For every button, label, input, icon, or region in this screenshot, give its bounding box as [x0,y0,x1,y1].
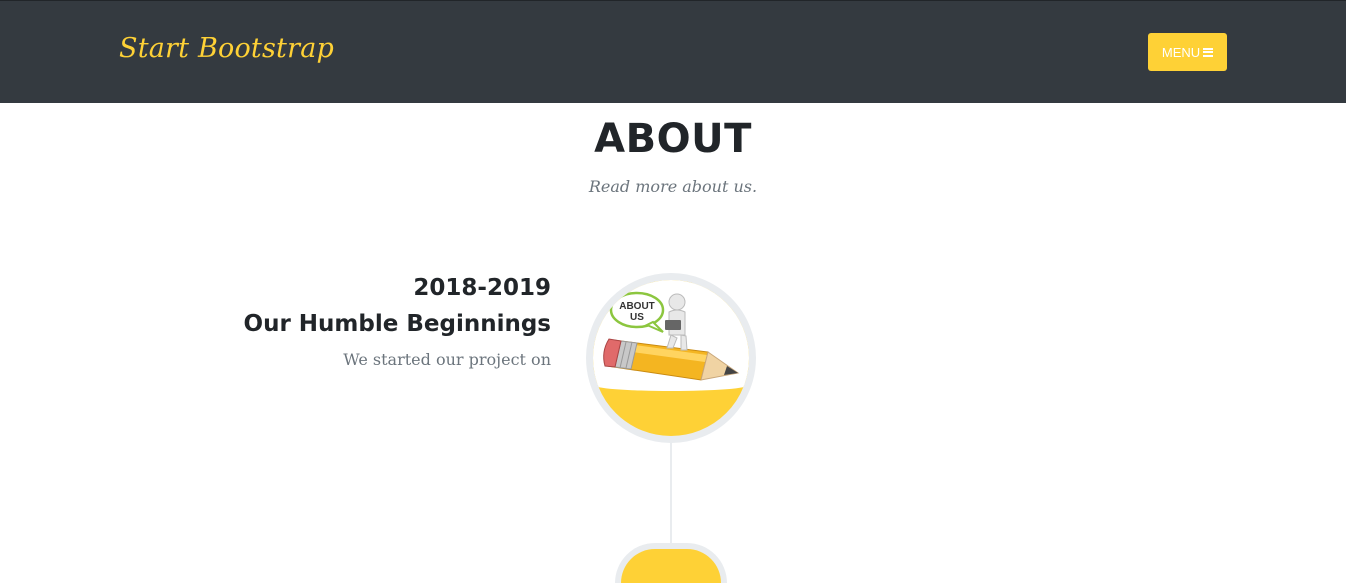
about-us-badge-line1: ABOUT [619,301,655,312]
bars-icon [1203,47,1214,57]
section-heading: ABOUT [594,116,752,162]
about-us-illustration: ABOUT US [593,280,749,391]
about-us-badge-line2: US [630,312,644,323]
timeline-body: We started our project on [343,350,551,369]
timeline-item: 2018-2019 Our Humble Beginnings We start… [151,272,551,369]
section-subheading: Read more about us. [588,177,758,196]
menu-button-label: MENU [1161,44,1201,60]
timeline-image: ABOUT US [586,273,756,443]
navbar: Start Bootstrap MENU [0,0,1346,103]
timeline-date: 2018-2019 [413,275,551,301]
timeline-title: Our Humble Beginnings [243,311,551,337]
timeline-image-next [615,543,727,583]
timeline-line [670,440,672,553]
menu-button[interactable]: MENU [1148,33,1227,71]
brand-logo[interactable]: Start Bootstrap [119,33,334,64]
